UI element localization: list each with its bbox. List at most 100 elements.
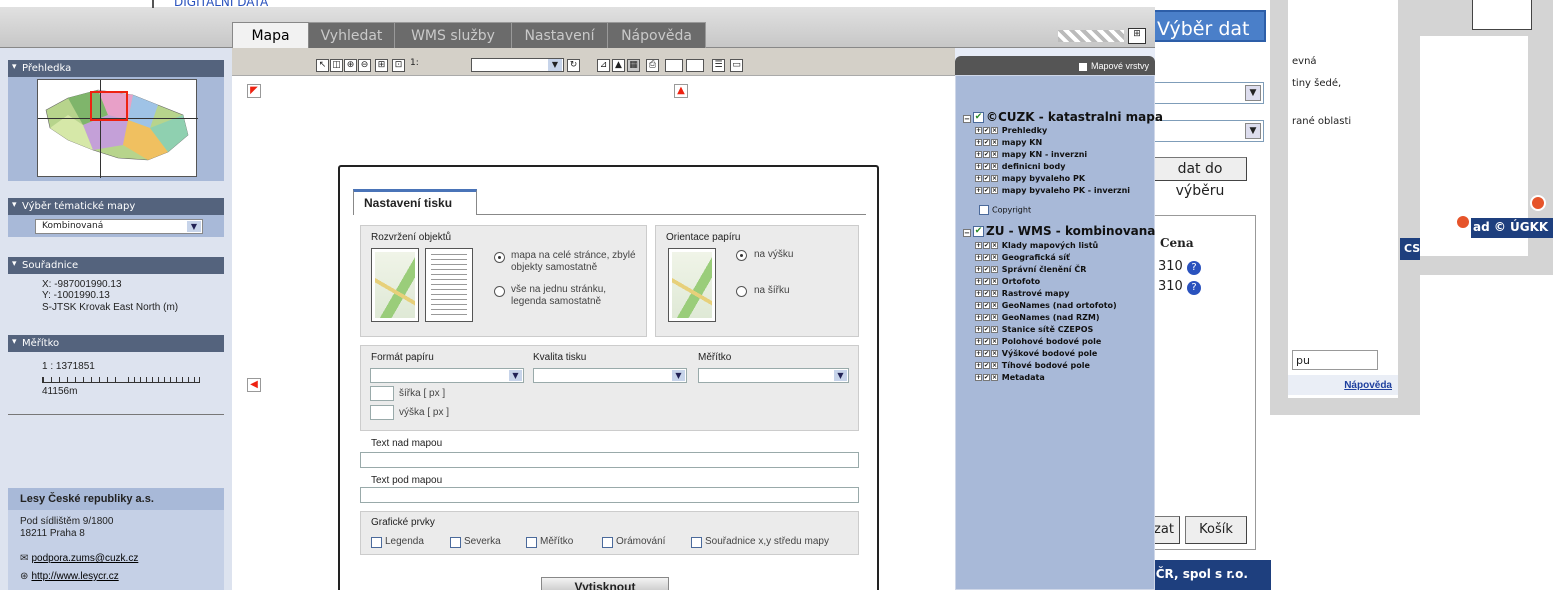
layer-item[interactable]: + ✔ × Správní členění ČR xyxy=(975,265,1086,274)
width-input[interactable] xyxy=(370,386,394,401)
layer-item[interactable]: + ✔ × Ortofoto xyxy=(975,277,1040,286)
email-link[interactable]: podpora.zums@cuzk.cz xyxy=(31,553,138,564)
zoom-layer-icon[interactable]: ⊡ xyxy=(392,59,405,72)
overview-map[interactable] xyxy=(37,79,198,178)
pan-north-icon[interactable]: ▲ xyxy=(674,84,688,98)
zoom-in-icon[interactable]: ⊕ xyxy=(344,59,357,72)
close-icon[interactable] xyxy=(1530,195,1546,211)
help-icon[interactable]: ? xyxy=(1186,261,1201,275)
background-text: evná xyxy=(1292,56,1317,67)
print-icon[interactable]: ⎙ xyxy=(646,59,659,72)
coordinates-header[interactable]: Souřadnice xyxy=(8,256,224,274)
layer-item[interactable]: + ✔ × GeoNames (nad RZM) xyxy=(975,313,1100,322)
layer-item[interactable]: + ✔ × mapy KN xyxy=(975,138,1042,147)
viewport-rectangle[interactable] xyxy=(90,91,128,121)
full-extent-icon[interactable]: ⊞ xyxy=(375,59,388,72)
copyright-item[interactable]: Copyright xyxy=(979,205,1031,215)
layer-item[interactable]: + ✔ × Prehledky xyxy=(975,126,1047,135)
scale-select[interactable]: ▼ xyxy=(471,58,564,72)
collapse-icon[interactable] xyxy=(1078,62,1087,71)
layer-item[interactable]: + ✔ × mapy KN - inverzni xyxy=(975,150,1087,159)
layer-item[interactable]: + ✔ × GeoNames (nad ortofoto) xyxy=(975,301,1117,310)
scale-header[interactable]: Měřítko xyxy=(8,334,224,352)
chevron-down-icon: ▼ xyxy=(509,370,522,381)
layout-option-all-one[interactable] xyxy=(494,286,505,297)
scale-bar xyxy=(42,377,200,383)
copyright-checkbox[interactable] xyxy=(979,205,989,215)
identify-icon[interactable]: ▦ xyxy=(627,59,640,72)
paper-format-select[interactable]: ▼ xyxy=(370,368,524,383)
theme-select[interactable]: Kombinovaná ▼ xyxy=(35,219,203,234)
print-quality-select[interactable]: ▼ xyxy=(533,368,687,383)
cart-button[interactable]: Košík xyxy=(1185,516,1247,544)
layout-option-map-full[interactable] xyxy=(494,252,505,263)
column-header-cena: Cena xyxy=(1160,236,1194,250)
maximize-icon[interactable]: ⊞ xyxy=(1128,28,1146,44)
background-select-2[interactable]: ▼ xyxy=(1151,120,1264,142)
website-link[interactable]: http://www.lesycr.cz xyxy=(31,571,118,582)
background-search-field[interactable]: pu xyxy=(1292,350,1378,370)
print-scale-select[interactable]: ▼ xyxy=(698,368,849,383)
tab-map[interactable]: Mapa xyxy=(232,22,309,48)
help-icon[interactable]: ? xyxy=(1186,281,1201,295)
close-icon[interactable] xyxy=(1455,214,1471,230)
zoom-box-icon[interactable]: ◫ xyxy=(330,59,343,72)
drag-handle[interactable] xyxy=(1058,30,1124,42)
layer-item[interactable]: + ✔ × Geografická síť xyxy=(975,253,1070,262)
layer-item[interactable]: + ✔ × mapy byvaleho PK xyxy=(975,174,1085,183)
layer-item[interactable]: + ✔ × Rastrové mapy xyxy=(975,289,1069,298)
layer-group-checkbox[interactable]: ✔ xyxy=(973,226,984,237)
legend-icon[interactable]: ☰ xyxy=(712,59,725,72)
height-input[interactable] xyxy=(370,405,394,420)
layer-group-checkbox[interactable]: ✔ xyxy=(973,112,984,123)
measure-area-icon[interactable]: ▲ xyxy=(612,59,625,72)
orientation-landscape-radio[interactable] xyxy=(736,286,747,297)
tab-settings[interactable]: Nastavení xyxy=(512,22,608,48)
zoom-out-icon[interactable]: ⊖ xyxy=(358,59,371,72)
layer-item[interactable]: + ✔ × Tíhové bodové pole xyxy=(975,361,1090,370)
overview-header[interactable]: Přehledka xyxy=(8,59,224,77)
theme-header[interactable]: Výběr tématické mapy xyxy=(8,197,224,215)
layers-header[interactable]: Mapové vrstvy xyxy=(955,56,1155,76)
divider xyxy=(8,414,224,415)
help-link[interactable]: Nápověda xyxy=(1344,380,1392,391)
print-button[interactable]: Vytisknout xyxy=(541,577,669,590)
tab-search[interactable]: Vyhledat xyxy=(309,22,395,48)
blank-tool-icon[interactable] xyxy=(686,59,704,72)
background-footer: h ČR, spol s r.o. xyxy=(1141,560,1271,590)
text-above-input[interactable] xyxy=(360,452,859,468)
center-coords-checkbox[interactable] xyxy=(691,537,702,548)
globe-icon: ⊛ xyxy=(20,571,29,582)
blank-tool-icon[interactable] xyxy=(665,59,683,72)
pointer-tool-icon[interactable]: ↖ xyxy=(316,59,329,72)
tab-print-settings[interactable]: Nastavení tisku xyxy=(353,189,477,215)
pan-west-icon[interactable]: ◀ xyxy=(247,378,261,392)
tab-wms-services[interactable]: WMS služby xyxy=(395,22,512,48)
layer-item[interactable]: + ✔ × Výškové bodové pole xyxy=(975,349,1097,358)
layer-item[interactable]: + ✔ × Polohové bodové pole xyxy=(975,337,1101,346)
layer-group-zu-wms[interactable]: − ✔ ZU - WMS - kombinovana xyxy=(963,224,1155,238)
layer-group-cuzk[interactable]: − ✔ ©CUZK - katastralni mapa xyxy=(963,110,1163,124)
border-checkbox[interactable] xyxy=(602,537,613,548)
background-select-1[interactable]: ▼ xyxy=(1151,82,1264,104)
scale-checkbox[interactable] xyxy=(526,537,537,548)
layer-item[interactable]: + ✔ × Klady mapových listů xyxy=(975,241,1098,250)
refresh-icon[interactable]: ↻ xyxy=(567,59,580,72)
left-panel: Přehledka Výběr tématické mapy Kombinova… xyxy=(0,48,232,590)
organization-street: Pod sídlištěm 9/1800 xyxy=(20,516,114,527)
layout-label: Rozvržení objektů xyxy=(371,232,452,243)
add-to-selection-button[interactable]: dat do výběru xyxy=(1153,157,1247,199)
price-value: 310 xyxy=(1158,279,1183,294)
orientation-portrait-radio[interactable] xyxy=(736,250,747,261)
layer-item[interactable]: + ✔ × mapy byvaleho PK - inverzni xyxy=(975,186,1130,195)
layer-item[interactable]: + ✔ × Stanice sítě CZEPOS xyxy=(975,325,1093,334)
export-icon[interactable]: ▭ xyxy=(730,59,743,72)
pan-northwest-icon[interactable]: ◤ xyxy=(247,84,261,98)
north-arrow-checkbox[interactable] xyxy=(450,537,461,548)
tab-help[interactable]: Nápověda xyxy=(608,22,706,48)
layer-item[interactable]: + ✔ × Metadata xyxy=(975,373,1045,382)
legend-checkbox[interactable] xyxy=(371,537,382,548)
text-below-input[interactable] xyxy=(360,487,859,503)
measure-distance-icon[interactable]: ⊿ xyxy=(597,59,610,72)
layer-item[interactable]: + ✔ × definicni body xyxy=(975,162,1065,171)
